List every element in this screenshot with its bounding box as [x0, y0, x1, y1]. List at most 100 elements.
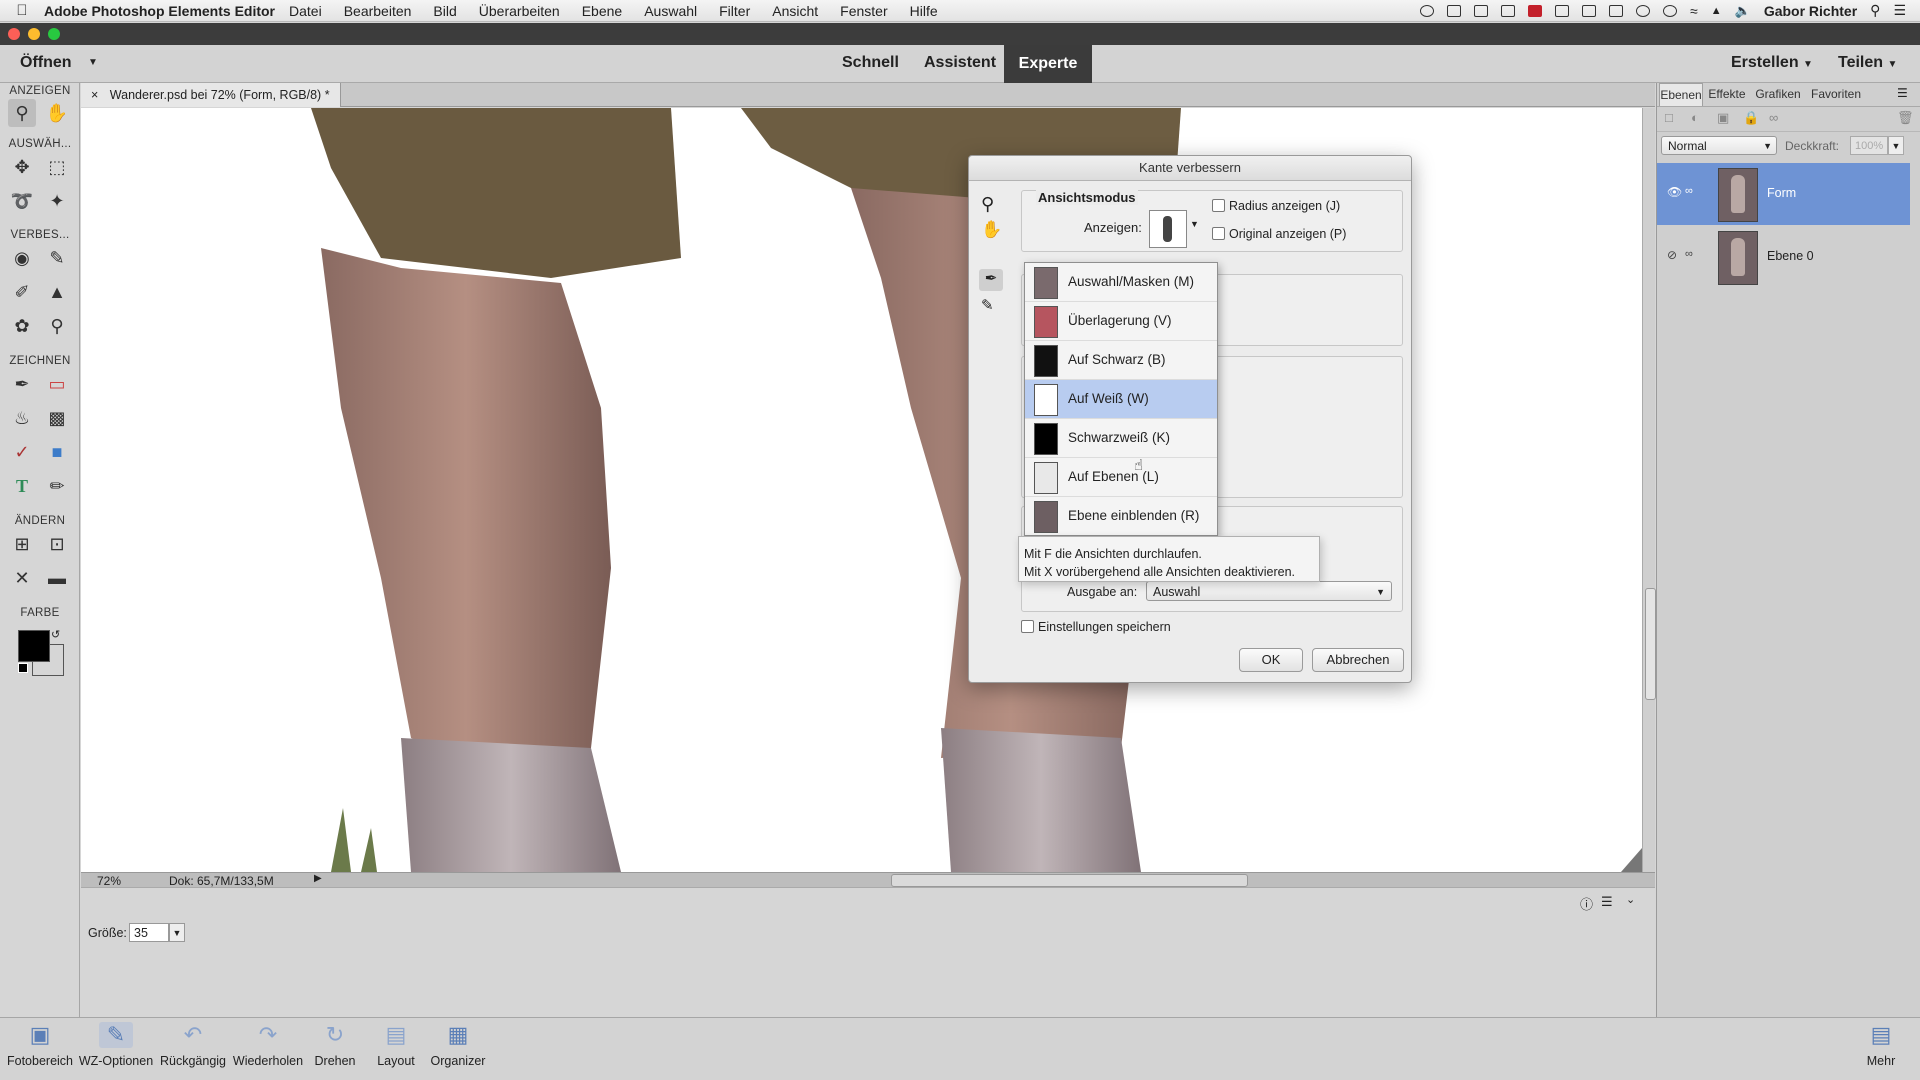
- swap-colors-icon[interactable]: ↺: [51, 628, 60, 641]
- opacity-chevron-icon[interactable]: ▼: [1888, 136, 1904, 155]
- dialog-hand-tool-icon[interactable]: ✋: [981, 220, 1002, 240]
- cloud-status-icon[interactable]: [1474, 4, 1489, 17]
- panel-menu-icon[interactable]: ☰: [1897, 86, 1908, 100]
- menu-datei[interactable]: Datei: [289, 3, 322, 19]
- menu-ebene[interactable]: Ebene: [582, 3, 622, 19]
- layout-button[interactable]: ▤ Layout: [368, 1022, 424, 1068]
- mode-expert-button[interactable]: Experte: [1004, 45, 1092, 83]
- view-thumbnail-button[interactable]: [1149, 210, 1187, 248]
- menu-fenster[interactable]: Fenster: [840, 3, 887, 19]
- view-option-reveal-layer[interactable]: Ebene einblenden (R): [1025, 497, 1217, 535]
- record-status-icon[interactable]: [1420, 4, 1435, 17]
- display-status-icon[interactable]: [1447, 4, 1462, 17]
- show-original-checkbox[interactable]: Original anzeigen (P): [1212, 227, 1346, 241]
- window-minimize-button[interactable]: [28, 28, 40, 40]
- tab-favorites[interactable]: Favoriten: [1807, 83, 1865, 105]
- more-button[interactable]: ▤ Mehr: [1858, 1022, 1904, 1068]
- notification-center-icon[interactable]: ☰: [1893, 2, 1906, 19]
- tab-graphics[interactable]: Grafiken: [1753, 83, 1803, 105]
- save-settings-checkbox[interactable]: Einstellungen speichern: [1021, 620, 1171, 634]
- recompose-tool-icon[interactable]: ⊡: [43, 530, 71, 558]
- show-radius-checkbox[interactable]: Radius anzeigen (J): [1212, 199, 1340, 213]
- default-colors-icon[interactable]: [18, 663, 28, 673]
- view-option-on-layers[interactable]: Auf Ebenen (L): [1025, 458, 1217, 497]
- smart-brush-tool-icon[interactable]: ✐: [8, 278, 36, 306]
- undo-button[interactable]: ↶ Rückgängig: [158, 1022, 228, 1068]
- document-tab[interactable]: × Wanderer.psd bei 72% (Form, RGB/8) *: [81, 83, 341, 107]
- app-name-menu[interactable]: Adobe Photoshop Elements Editor: [44, 3, 275, 19]
- menu-filter[interactable]: Filter: [719, 3, 750, 19]
- erase-refinements-tool-icon[interactable]: ✎: [981, 296, 994, 314]
- new-layer-icon[interactable]: □: [1665, 110, 1673, 125]
- evernote-status-icon[interactable]: [1501, 4, 1516, 17]
- view-option-black-white[interactable]: Schwarzweiß (K): [1025, 419, 1217, 458]
- apple-menu-icon[interactable]: : [0, 2, 44, 19]
- view-option-on-black[interactable]: Auf Schwarz (B): [1025, 341, 1217, 380]
- link-icon[interactable]: ∞: [1769, 110, 1778, 125]
- help-icon[interactable]: ⓘ: [1580, 894, 1593, 913]
- create-button[interactable]: Erstellen ▼: [1731, 54, 1813, 72]
- options-menu-icon[interactable]: ☰: [1601, 894, 1613, 910]
- wifi-icon[interactable]: ≈: [1690, 3, 1698, 19]
- volume-icon[interactable]: 🔈: [1735, 3, 1751, 19]
- layer-mask-icon[interactable]: ▣: [1717, 110, 1729, 126]
- magic-wand-tool-icon[interactable]: ✦: [43, 187, 71, 215]
- paint-bucket-tool-icon[interactable]: ♨: [8, 404, 36, 432]
- menu-bild[interactable]: Bild: [433, 3, 456, 19]
- opacity-input[interactable]: 100%: [1850, 136, 1888, 155]
- type-tool-icon[interactable]: T: [8, 472, 36, 500]
- ok-button[interactable]: OK: [1239, 648, 1303, 672]
- rotate-button[interactable]: ↻ Drehen: [308, 1022, 362, 1068]
- tab-layers[interactable]: Ebenen: [1659, 83, 1703, 106]
- redo-button[interactable]: ↷ Wiederholen: [230, 1022, 306, 1068]
- share-button[interactable]: Teilen ▼: [1838, 54, 1897, 72]
- mode-quick-button[interactable]: Schnell: [842, 54, 899, 72]
- eject-icon[interactable]: ▲: [1711, 5, 1722, 17]
- lasso-tool-icon[interactable]: ➰: [8, 187, 36, 215]
- layer-name[interactable]: Form: [1767, 186, 1796, 200]
- output-select[interactable]: Auswahl ▼: [1146, 581, 1392, 601]
- layer-name[interactable]: Ebene 0: [1767, 249, 1814, 263]
- organizer-button[interactable]: ▦ Organizer: [426, 1022, 490, 1068]
- size-input[interactable]: 35: [129, 923, 169, 942]
- tab-effects[interactable]: Effekte: [1705, 83, 1749, 105]
- menu-bearbeiten[interactable]: Bearbeiten: [344, 3, 412, 19]
- bluetooth-icon[interactable]: [1663, 4, 1678, 17]
- tool-options-button[interactable]: ✎ WZ-Optionen: [78, 1022, 154, 1068]
- open-button[interactable]: Öffnen: [20, 54, 72, 72]
- size-dropdown-chevron-icon[interactable]: ▼: [169, 923, 185, 942]
- horizontal-scroll-thumb[interactable]: [891, 874, 1248, 887]
- view-option-on-white[interactable]: Auf Weiß (W): [1025, 380, 1217, 419]
- zoom-level[interactable]: 72%: [97, 874, 121, 888]
- spotlight-search-icon[interactable]: ⚲: [1870, 2, 1880, 19]
- visibility-eye-icon[interactable]: 👁: [1667, 185, 1682, 199]
- layer-row-form[interactable]: 👁 ∞ Form: [1657, 163, 1910, 225]
- menu-ueberarbeiten[interactable]: Überarbeiten: [479, 3, 560, 19]
- canvas-vertical-scrollbar[interactable]: [1642, 108, 1656, 872]
- adjustment-layer-icon[interactable]: ◐: [1691, 110, 1699, 125]
- airplay-status-icon[interactable]: [1609, 4, 1624, 17]
- foreground-color-swatch[interactable]: [18, 630, 50, 662]
- user-name[interactable]: Gabor Richter: [1764, 3, 1857, 19]
- document-tab-close-icon[interactable]: ×: [91, 88, 98, 102]
- cancel-button[interactable]: Abbrechen: [1312, 648, 1404, 672]
- crop-tool-icon[interactable]: ⊞: [8, 530, 36, 558]
- red-eye-tool-icon[interactable]: ◉: [8, 244, 36, 272]
- hand-tool-icon[interactable]: ✋: [43, 99, 71, 127]
- marquee-tool-icon[interactable]: ⬚: [43, 153, 71, 181]
- photo-bin-button[interactable]: ▣ Fotobereich: [2, 1022, 78, 1068]
- eraser-tool-icon[interactable]: ▭: [43, 370, 71, 398]
- layer-link-icon[interactable]: ∞: [1685, 185, 1693, 197]
- blend-mode-select[interactable]: Normal ▼: [1661, 136, 1777, 155]
- window-close-button[interactable]: [8, 28, 20, 40]
- lock-icon[interactable]: 🔒: [1743, 110, 1759, 126]
- open-dropdown-chevron-icon[interactable]: ▼: [88, 57, 98, 68]
- dialog-zoom-tool-icon[interactable]: ⚲: [981, 194, 994, 215]
- drive-status-icon[interactable]: [1555, 4, 1570, 17]
- adobe-status-icon[interactable]: [1528, 4, 1543, 17]
- eyedropper-tool-icon[interactable]: ✓: [8, 438, 36, 466]
- sponge-tool-icon[interactable]: ⚲: [43, 312, 71, 340]
- mode-guided-button[interactable]: Assistent: [924, 54, 996, 72]
- vertical-scroll-thumb[interactable]: [1645, 588, 1656, 700]
- status-info-arrow-icon[interactable]: ▶: [314, 873, 322, 884]
